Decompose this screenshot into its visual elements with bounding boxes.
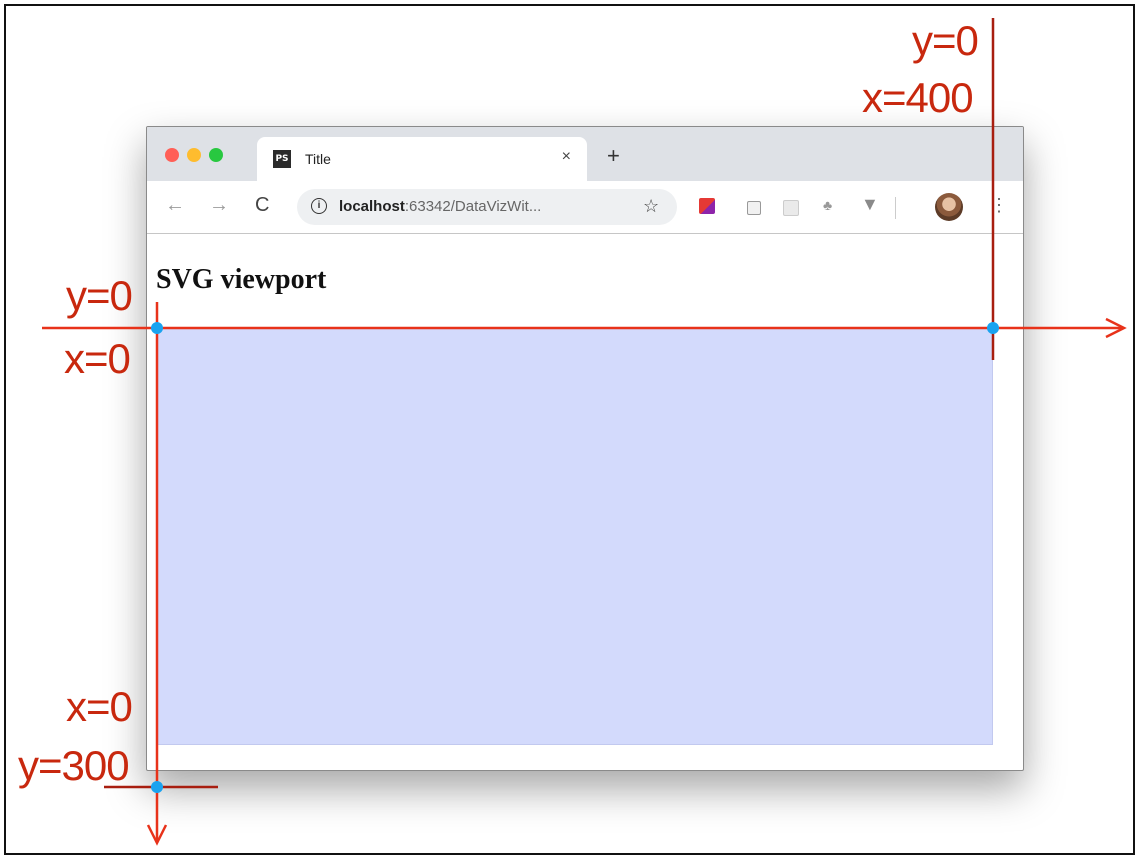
label-top-right-x: x=400 [862,74,974,121]
label-origin-x: x=0 [64,335,131,382]
label-top-right-y: y=0 [912,17,979,64]
coordinate-overlay [42,18,1127,846]
bottom-left-point [151,781,163,793]
label-origin-y: y=0 [66,272,133,319]
label-bottom-left-x: x=0 [66,683,133,730]
top-right-point [987,322,999,334]
origin-point [151,322,163,334]
label-bottom-left-y: y=300 [18,742,130,789]
